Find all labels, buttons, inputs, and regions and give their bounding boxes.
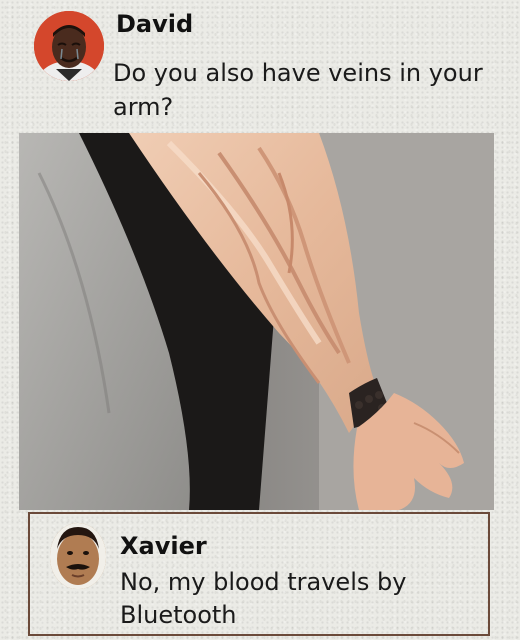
post-author[interactable]: David [116, 10, 193, 38]
avatar[interactable] [34, 11, 104, 81]
crying-face-avatar-icon [34, 11, 104, 81]
post-message: Do you also have veins in your arm? [113, 59, 483, 121]
post-header: David Do you also have veins in your arm… [0, 0, 520, 132]
mustache-man-avatar-icon [50, 523, 106, 589]
reply-author[interactable]: Xavier [120, 532, 207, 560]
reply-message: No, my blood travels by Bluetooth [120, 568, 407, 629]
post-image[interactable] [19, 133, 494, 510]
avatar[interactable] [50, 523, 106, 589]
forearm-photo [19, 133, 494, 510]
